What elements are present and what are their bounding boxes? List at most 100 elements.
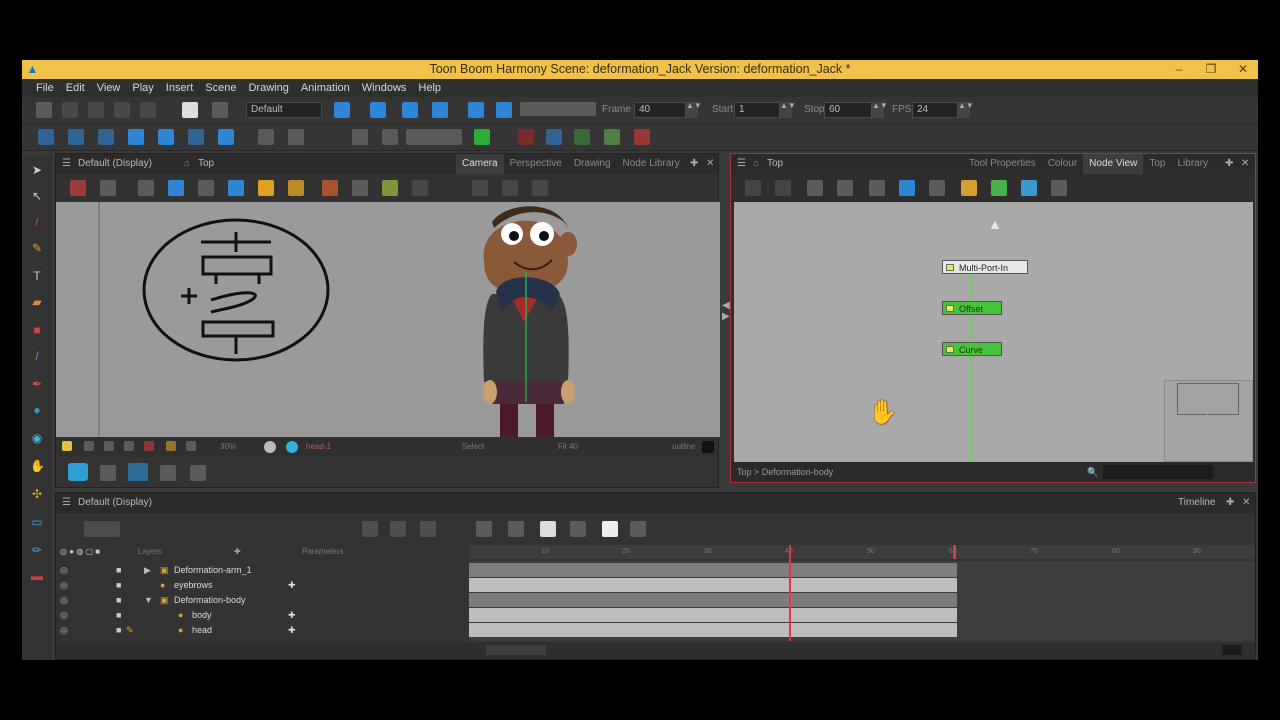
view-option-1-icon[interactable] [412, 180, 428, 196]
rotate-view-icon[interactable]: ◉ [30, 431, 44, 445]
camera-view-name[interactable]: Default (Display) [78, 154, 152, 174]
status-icon-3[interactable] [104, 441, 114, 451]
save-icon[interactable] [182, 102, 198, 118]
timeline-scrollbar[interactable] [1222, 645, 1242, 655]
loop-icon[interactable] [402, 102, 418, 118]
pivot-icon[interactable] [218, 129, 234, 145]
node-tool-4-icon[interactable] [837, 180, 853, 196]
node-tool-7-icon[interactable] [929, 180, 945, 196]
tab-camera[interactable]: Camera [456, 154, 504, 174]
playhead[interactable] [789, 545, 791, 641]
undo-icon[interactable] [36, 102, 52, 118]
stroke-icon[interactable] [352, 180, 368, 196]
stop-field[interactable]: 60 [824, 102, 872, 118]
node-add-tab-icon[interactable]: ✚ [1225, 154, 1233, 174]
tl-tool-1-icon[interactable] [362, 521, 378, 537]
paste-icon[interactable] [140, 102, 156, 118]
view-option-2-icon[interactable] [472, 180, 488, 196]
layer-row[interactable]: ◎ ■ ● body ✚ [60, 608, 460, 623]
layer-row[interactable]: ◎ ■ ✎ ● head ✚ [60, 623, 460, 638]
node-tool-3-icon[interactable] [807, 180, 823, 196]
tl-tool-4-icon[interactable] [476, 521, 492, 537]
camera-mask-icon[interactable] [228, 180, 244, 196]
add-param-icon[interactable]: ✚ [288, 608, 296, 623]
layer-checkbox[interactable]: ■ [116, 563, 121, 578]
node-tool-11-icon[interactable] [1051, 180, 1067, 196]
frame-spinner[interactable]: ▲▼ [686, 102, 702, 118]
track-head[interactable] [469, 623, 957, 637]
menu-animation[interactable]: Animation [295, 79, 356, 97]
layer-row[interactable]: ◎ ■ ▶ ▣ Deformation-arm_1 [60, 563, 460, 578]
timeline-add-tab-icon[interactable]: ✚ [1226, 493, 1234, 513]
tab-node-view[interactable]: Node View [1083, 154, 1144, 174]
pencil-tool-icon[interactable]: ✎ [30, 241, 44, 255]
timeline-close-icon[interactable]: ✕ [1242, 493, 1250, 513]
tl-tool-3-icon[interactable] [420, 521, 436, 537]
morph-icon[interactable] [188, 129, 204, 145]
eye-icon[interactable]: ◎ [60, 580, 68, 590]
reset-rotation-icon[interactable] [634, 129, 650, 145]
node-tool-9-icon[interactable] [991, 180, 1007, 196]
rotate-icon[interactable] [68, 129, 84, 145]
layer-checkbox[interactable]: ■ [116, 623, 121, 638]
maintain-size-icon[interactable] [158, 129, 174, 145]
menu-view[interactable]: View [91, 79, 127, 97]
paint-tool-icon[interactable]: ■ [30, 323, 44, 337]
view-mode-2-icon[interactable] [100, 465, 116, 481]
hand-tool-icon[interactable]: ✋ [30, 459, 45, 473]
node-search-icon[interactable]: 🔍 [1087, 462, 1098, 482]
start-spinner[interactable]: ▲▼ [780, 102, 796, 118]
node-breadcrumb[interactable]: Top [767, 154, 783, 174]
tab-tool-properties[interactable]: Tool Properties [963, 154, 1042, 174]
start-field[interactable]: 1 [734, 102, 780, 118]
colour-swatch-icon[interactable] [264, 441, 276, 453]
timeline-tab[interactable]: Timeline [1178, 493, 1215, 513]
reset-all-icon[interactable] [382, 129, 398, 145]
eye-icon[interactable]: ◎ [60, 565, 68, 575]
tl-tool-6-icon[interactable] [540, 521, 556, 537]
node-graph-canvas[interactable]: ▲ Multi-Port-In Offset Curve ✋ [734, 202, 1253, 462]
menu-insert[interactable]: Insert [160, 79, 200, 97]
collapse-icon[interactable]: ▼ [144, 593, 153, 608]
transform-mode-select[interactable] [406, 129, 462, 145]
copy-icon[interactable] [114, 102, 130, 118]
tl-tool-7-icon[interactable] [570, 521, 586, 537]
layer-checkbox[interactable]: ■ [116, 593, 121, 608]
tl-tool-5-icon[interactable] [508, 521, 524, 537]
zoom-tool-icon[interactable]: ● [30, 403, 44, 417]
add-param-icon[interactable]: ✚ [288, 578, 296, 593]
panel-splitter-handle[interactable]: ◀ ▶ [722, 300, 730, 340]
layer-name[interactable]: Deformation-arm_1 [174, 563, 252, 578]
node-tool-2-icon[interactable] [775, 180, 791, 196]
select-tool-icon[interactable]: ➤ [30, 163, 44, 177]
minimize-button[interactable]: – [1170, 60, 1188, 79]
home-icon[interactable]: ⌂ [184, 154, 190, 174]
layer-row[interactable]: ◎ ■ ▼ ▣ Deformation-body [60, 593, 460, 608]
sound-icon[interactable] [432, 102, 448, 118]
tab-colour[interactable]: Colour [1042, 154, 1083, 174]
stop-spinner[interactable]: ▲▼ [872, 102, 888, 118]
view-mode-5-icon[interactable] [190, 465, 206, 481]
menu-help[interactable]: Help [412, 79, 447, 97]
add-layer-icon[interactable]: ✚ [234, 545, 241, 559]
zoom-level[interactable]: 30% [220, 437, 236, 457]
grid-icon[interactable] [138, 180, 154, 196]
line-tool-icon[interactable]: / [30, 349, 44, 363]
status-icon-7[interactable] [186, 441, 196, 451]
colour-swatch-2-icon[interactable] [286, 441, 298, 453]
bg-colour-swatch[interactable] [702, 441, 714, 453]
layer-type-select[interactable] [84, 521, 120, 537]
skew-icon[interactable] [128, 129, 144, 145]
text-tool-icon[interactable]: T [30, 269, 44, 283]
layout-icon[interactable] [334, 102, 350, 118]
node-tool-5-icon[interactable] [869, 180, 885, 196]
tab-drawing[interactable]: Drawing [568, 154, 617, 174]
view-option-4-icon[interactable] [532, 180, 548, 196]
rigging-tool-icon[interactable]: ✣ [30, 487, 44, 501]
light-table-icon[interactable] [574, 129, 590, 145]
workspace-preset-select[interactable]: Default [246, 102, 322, 118]
view-mode-icon[interactable] [68, 463, 88, 481]
view-option-3-icon[interactable] [502, 180, 518, 196]
add-tab-icon[interactable]: ✚ [690, 154, 698, 174]
node-multi-port-in[interactable]: Multi-Port-In [942, 260, 1028, 274]
